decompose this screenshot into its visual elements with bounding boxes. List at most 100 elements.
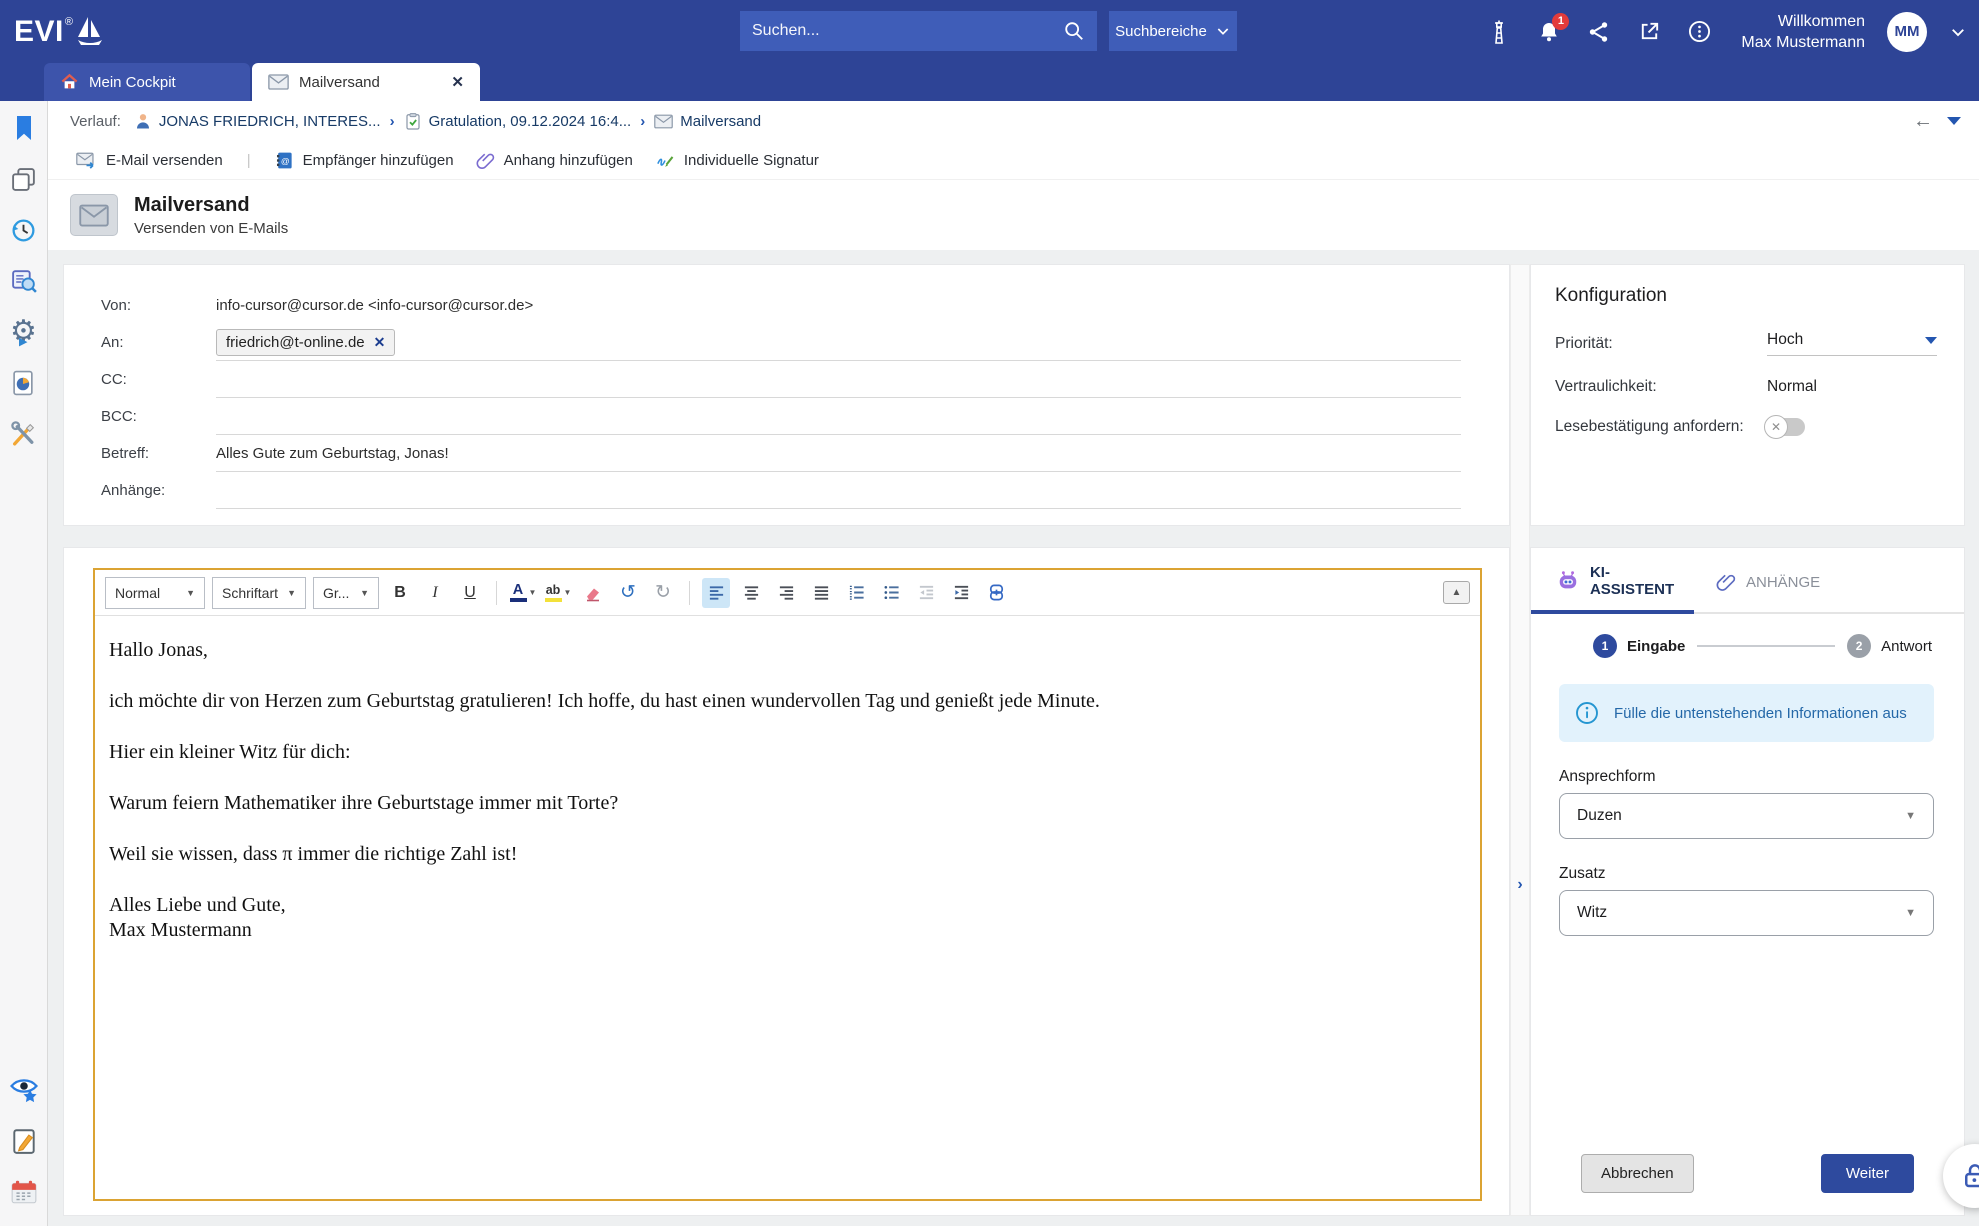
tab-mailversand[interactable]: Mailversand ✕ xyxy=(252,63,480,101)
windows-icon[interactable] xyxy=(7,162,41,196)
remove-format-button[interactable] xyxy=(579,578,607,608)
select-chevron-icon: ▼ xyxy=(1905,907,1916,919)
more-options-icon[interactable] xyxy=(1685,18,1713,46)
back-arrow-icon[interactable]: ← xyxy=(1913,110,1933,133)
bold-button[interactable]: B xyxy=(386,578,414,608)
expand-panel-icon[interactable]: › xyxy=(1517,876,1522,894)
action-toolbar: E-Mail versenden | @ Empfänger hinzufüge… xyxy=(48,141,1979,179)
toolbar-collapse-button[interactable]: ▲ xyxy=(1443,581,1470,604)
tab-label: Mein Cockpit xyxy=(89,74,176,91)
underline-button[interactable]: U xyxy=(456,578,484,608)
info-icon xyxy=(1575,701,1599,725)
vertraulichkeit-row: Vertraulichkeit: Normal xyxy=(1555,378,1964,396)
history-icon[interactable] xyxy=(7,213,41,247)
tab-close-icon[interactable]: ✕ xyxy=(451,73,464,91)
robot-icon xyxy=(1556,570,1580,592)
bcc-field[interactable] xyxy=(216,398,1461,435)
step-2-circle: 2 xyxy=(1847,634,1871,658)
betreff-field[interactable]: Alles Gute zum Geburtstag, Jonas! xyxy=(216,435,1461,472)
cc-field[interactable] xyxy=(216,361,1461,398)
outdent-button[interactable] xyxy=(912,578,940,608)
notification-badge: 1 xyxy=(1552,13,1569,30)
breadcrumb-item-contact[interactable]: JONAS FRIEDRICH, INTERES... xyxy=(134,112,381,130)
search-scope-dropdown[interactable]: Suchbereiche xyxy=(1109,11,1237,51)
lesebestaetigung-label: Lesebestätigung anfordern: xyxy=(1555,418,1767,436)
search-box[interactable] xyxy=(740,11,1097,51)
email-body-editor[interactable]: Hallo Jonas, ich möchte dir von Herzen z… xyxy=(95,616,1480,1199)
send-email-button[interactable]: E-Mail versenden xyxy=(70,149,229,172)
open-in-new-icon[interactable] xyxy=(1635,18,1663,46)
prioritaet-dropdown[interactable]: Hoch xyxy=(1767,331,1937,356)
notifications-bell-icon[interactable]: 1 xyxy=(1535,18,1563,46)
weiter-button[interactable]: Weiter xyxy=(1821,1154,1914,1193)
cancel-button[interactable]: Abbrechen xyxy=(1581,1154,1694,1193)
tab-bar: Mein Cockpit Mailversand ✕ xyxy=(0,63,1979,101)
breadcrumb-label: Mailversand xyxy=(680,113,761,130)
list-search-icon[interactable] xyxy=(7,264,41,298)
tools-icon[interactable] xyxy=(7,417,41,451)
lesebestaetigung-toggle[interactable]: ✕ xyxy=(1767,418,1805,436)
dropdown-arrow-icon xyxy=(1925,337,1937,344)
align-right-button[interactable] xyxy=(772,578,800,608)
user-avatar[interactable]: MM xyxy=(1887,12,1927,52)
chevron-down-icon xyxy=(1215,23,1231,39)
insert-link-button[interactable] xyxy=(982,578,1010,608)
undo-button[interactable]: ↺ xyxy=(614,578,642,608)
body-paragraph: Warum feiern Mathematiker ihre Geburtsta… xyxy=(109,791,1464,816)
editor-card: Normal▼ Schriftart▼ Gr...▼ B I U A▼ ab xyxy=(63,547,1510,1216)
prioritaet-row: Priorität: Hoch xyxy=(1555,331,1964,356)
user-menu-chevron-icon[interactable] xyxy=(1949,23,1967,41)
bookmark-icon[interactable] xyxy=(7,111,41,145)
tab-mein-cockpit[interactable]: Mein Cockpit xyxy=(44,63,250,101)
settings-gear-icon[interactable]: ⚙▶ xyxy=(7,315,41,349)
signature-icon xyxy=(655,151,675,170)
bullet-list-button[interactable] xyxy=(877,578,905,608)
envelope-icon xyxy=(268,74,289,90)
ansprechform-select[interactable]: Duzen ▼ xyxy=(1559,793,1934,839)
welcome-text: Willkommen Max Mustermann xyxy=(1741,11,1865,53)
justify-button[interactable] xyxy=(807,578,835,608)
page-header: Mailversand Versenden von E-Mails xyxy=(48,179,1979,250)
an-field[interactable]: friedrich@t-online.de ✕ xyxy=(216,324,1461,361)
tab-anhaenge[interactable]: ANHÄNGE xyxy=(1716,548,1820,612)
notes-edit-icon[interactable] xyxy=(7,1124,41,1158)
chip-remove-icon[interactable]: ✕ xyxy=(374,334,386,351)
history-dropdown-icon[interactable] xyxy=(1947,117,1961,125)
body-paragraph: ich möchte dir von Herzen zum Geburtstag… xyxy=(109,689,1464,714)
highlight-color-button[interactable]: ab▼ xyxy=(544,578,572,608)
search-input[interactable] xyxy=(752,22,1063,40)
add-recipient-button[interactable]: @ Empfänger hinzufügen xyxy=(269,148,460,173)
italic-button[interactable]: I xyxy=(421,578,449,608)
align-center-button[interactable] xyxy=(737,578,765,608)
align-left-button[interactable] xyxy=(702,578,730,608)
panel-splitter[interactable]: › xyxy=(1510,264,1530,1216)
share-icon[interactable] xyxy=(1585,18,1613,46)
anhaenge-field[interactable] xyxy=(216,472,1461,509)
font-family-select[interactable]: Schriftart▼ xyxy=(212,577,306,609)
cc-label: CC: xyxy=(101,371,216,388)
tab-ki-assistent[interactable]: KI-ASSISTENT xyxy=(1531,548,1694,614)
breadcrumb-item-mailversand[interactable]: Mailversand xyxy=(654,113,761,130)
body-paragraph: Weil sie wissen, dass π immer die richti… xyxy=(109,842,1464,867)
zusatz-select[interactable]: Witz ▼ xyxy=(1559,890,1934,936)
indent-button[interactable] xyxy=(947,578,975,608)
numbered-list-button[interactable] xyxy=(842,578,870,608)
breadcrumb-item-task[interactable]: Gratulation, 09.12.2024 16:4... xyxy=(404,112,632,131)
select-chevron-icon: ▼ xyxy=(1905,810,1916,822)
individual-signature-button[interactable]: Individuelle Signatur xyxy=(649,148,825,173)
font-color-button[interactable]: A▼ xyxy=(509,578,537,608)
zusatz-label: Zusatz xyxy=(1559,865,1934,883)
add-attachment-button[interactable]: Anhang hinzufügen xyxy=(470,148,639,173)
watch-favorites-icon[interactable] xyxy=(7,1073,41,1107)
body-paragraph: Hier ein kleiner Witz für dich: xyxy=(109,740,1464,765)
redo-button[interactable]: ↻ xyxy=(649,578,677,608)
font-size-select[interactable]: Gr...▼ xyxy=(313,577,379,609)
calendar-icon[interactable] xyxy=(7,1175,41,1209)
report-document-icon[interactable] xyxy=(7,366,41,400)
paragraph-format-select[interactable]: Normal▼ xyxy=(105,577,205,609)
search-icon[interactable] xyxy=(1063,20,1085,42)
toggle-knob: ✕ xyxy=(1764,415,1788,439)
anhaenge-tab-label: ANHÄNGE xyxy=(1746,574,1820,591)
bcc-label: BCC: xyxy=(101,408,216,425)
lighthouse-icon[interactable] xyxy=(1485,18,1513,46)
